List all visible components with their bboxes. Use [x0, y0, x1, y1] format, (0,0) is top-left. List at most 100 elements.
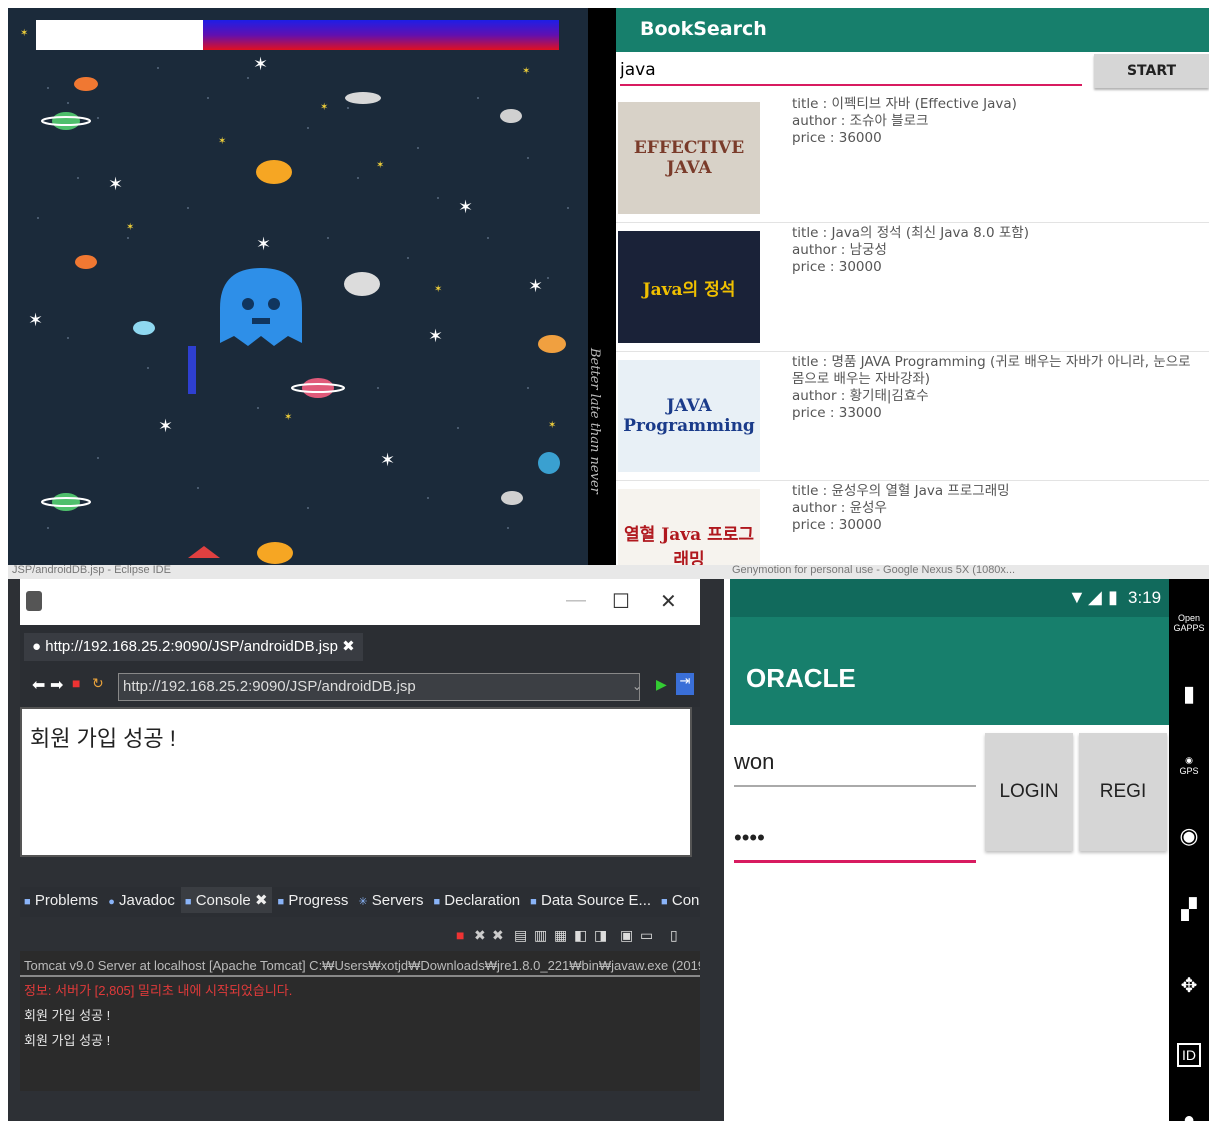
- browser-tab-bar: ● http://192.168.25.2:9090/JSP/androidDB…: [20, 625, 700, 665]
- svg-text:✶: ✶: [218, 136, 226, 147]
- view-tab-icon: ✳: [358, 896, 368, 908]
- open-gapps-icon[interactable]: Open GAPPS: [1169, 613, 1209, 633]
- show-stdout-icon[interactable]: ◧: [574, 927, 587, 944]
- close-icon[interactable]: ✕: [660, 589, 677, 614]
- result-list[interactable]: EFFECTIVE JAVA title : 이펙티브 자바 (Effectiv…: [616, 94, 1209, 565]
- result-item[interactable]: EFFECTIVE JAVA title : 이펙티브 자바 (Effectiv…: [616, 94, 1209, 223]
- wifi-icon: ▼: [1068, 587, 1086, 607]
- clear-console-icon[interactable]: ▤: [514, 927, 527, 944]
- battery-widget-icon[interactable]: ▮: [1169, 681, 1209, 707]
- view-tab-label: Console: [671, 892, 700, 909]
- view-tab-icon: ●: [108, 896, 115, 908]
- console-line: 회원 가입 성공 !: [24, 1033, 111, 1048]
- svg-text:✶: ✶: [126, 222, 134, 233]
- remote-control-icon[interactable]: ✥: [1169, 973, 1209, 998]
- device-id-icon[interactable]: ID: [1169, 1043, 1209, 1067]
- show-stderr-icon[interactable]: ◨: [594, 927, 607, 944]
- console-lines: 정보: 서버가 [2,805] 밀리초 내에 시작되었습니다. 회원 가입 성공 …: [20, 977, 700, 1052]
- clock: 3:19: [1128, 588, 1162, 607]
- gps-widget-icon[interactable]: ◉ GPS: [1169, 755, 1209, 776]
- side-caption: Better late than never: [587, 348, 602, 494]
- refresh-icon[interactable]: ↻: [92, 675, 104, 692]
- gps-widget-label: GPS: [1179, 766, 1199, 776]
- view-tab-label: Console: [195, 892, 251, 909]
- result-item[interactable]: 열혈 Java 프로그래밍 title : 윤성우의 열혈 Java 프로그래밍…: [616, 481, 1209, 565]
- space-background: ✶ ✶ ✶ ✶ ✶ ✶ ✶ ✶ ✶ ✶ ✶ ✶ ✶ ✶ ✶ ✶ ✶ ✶: [20, 28, 569, 564]
- result-item[interactable]: Java의 정석 title : Java의 정석 (최신 Java 8.0 포…: [616, 223, 1209, 352]
- book-title: title : 윤성우의 열혈 Java 프로그래밍: [792, 483, 1010, 499]
- svg-text:✶: ✶: [380, 450, 395, 471]
- disk-widget-icon[interactable]: ●: [1169, 1109, 1209, 1121]
- book-title: title : 이펙티브 자바 (Effective Java): [792, 96, 1017, 112]
- eclipse-icon: [26, 591, 42, 611]
- tab-close-icon[interactable]: ✖: [342, 638, 355, 655]
- device-id-label: ID: [1177, 1043, 1201, 1067]
- url-input[interactable]: http://192.168.25.2:9090/JSP/androidDB.j…: [118, 673, 640, 701]
- view-tab-problems[interactable]: ■ Problems: [20, 888, 102, 913]
- app-title: ORACLE: [746, 663, 856, 693]
- view-tab-javadoc[interactable]: ● Javadoc: [104, 888, 179, 913]
- url-dropdown-icon[interactable]: ⌄: [632, 679, 642, 693]
- terminate-icon[interactable]: ■: [456, 927, 464, 943]
- back-icon[interactable]: ⬅: [32, 675, 45, 695]
- browser-tab-label: http://192.168.25.2:9090/JSP/androidDB.j…: [45, 638, 338, 655]
- view-tab-console[interactable]: ■ Console: [657, 888, 700, 913]
- tab-close-icon[interactable]: ✖: [255, 892, 268, 909]
- display-console-icon[interactable]: ▭: [640, 927, 653, 944]
- view-tab-servers[interactable]: ✳ Servers: [354, 888, 427, 913]
- forward-icon[interactable]: ➡: [50, 675, 63, 695]
- console-line: 회원 가입 성공 !: [24, 1008, 111, 1023]
- open-external-icon[interactable]: ⇥: [676, 673, 694, 695]
- pin-console-icon[interactable]: ▣: [620, 927, 633, 944]
- view-tab-label: Declaration: [444, 892, 521, 909]
- browser-window-header: — ☐ ✕: [20, 579, 700, 625]
- stop-icon[interactable]: ■: [72, 675, 80, 691]
- eclipse-ide-window: JSP/androidDB.jsp - Eclipse IDE — ☐ ✕ ● …: [8, 565, 724, 1121]
- book-cover-image: Java의 정석: [618, 231, 760, 343]
- minimize-icon[interactable]: —: [566, 589, 586, 612]
- capture-widget-icon[interactable]: ▞: [1169, 897, 1209, 922]
- ghost-enemy-icon: [220, 268, 302, 346]
- book-info: title : 이펙티브 자바 (Effective Java) author …: [792, 96, 1201, 147]
- start-button[interactable]: START: [1094, 54, 1209, 88]
- svg-text:✶: ✶: [108, 174, 123, 195]
- scroll-lock-icon[interactable]: ▥: [534, 927, 547, 944]
- remove-launch-icon[interactable]: ✖: [474, 927, 486, 944]
- console-output[interactable]: Tomcat v9.0 Server at localhost [Apache …: [20, 951, 700, 1091]
- browser-tab[interactable]: ● http://192.168.25.2:9090/JSP/androidDB…: [24, 633, 363, 661]
- view-tab-declaration[interactable]: ■ Declaration: [429, 888, 524, 913]
- book-price: price : 36000: [792, 130, 882, 146]
- word-wrap-icon[interactable]: ▦: [554, 927, 567, 944]
- view-tab-icon: ■: [530, 896, 537, 908]
- view-tab-icon: ■: [661, 896, 668, 908]
- view-tab-console[interactable]: ■ Console ✖: [180, 887, 272, 913]
- svg-text:✶: ✶: [376, 160, 384, 171]
- book-cover-image: 열혈 Java 프로그래밍: [618, 489, 760, 565]
- login-button[interactable]: LOGIN: [985, 733, 1073, 851]
- id-input[interactable]: won: [734, 749, 976, 787]
- open-console-icon[interactable]: ▯: [670, 927, 678, 944]
- password-input[interactable]: ••••: [734, 825, 976, 863]
- space-game-screen: ✶ ✶ ✶ ✶ ✶ ✶ ✶ ✶ ✶ ✶ ✶ ✶ ✶ ✶ ✶ ✶ ✶ ✶: [8, 8, 588, 565]
- view-tab-progress[interactable]: ■ Progress: [274, 888, 353, 913]
- book-author: author : 남궁성: [792, 242, 887, 258]
- svg-text:✶: ✶: [253, 54, 268, 75]
- svg-text:✶: ✶: [256, 234, 271, 255]
- view-tab-label: Javadoc: [119, 892, 175, 909]
- result-item[interactable]: JAVA Programming title : 명품 JAVA Program…: [616, 352, 1209, 481]
- webcam-widget-icon[interactable]: ◉: [1169, 823, 1209, 849]
- regi-button[interactable]: REGI: [1079, 733, 1167, 851]
- gps-signal-icon: ◉: [1185, 755, 1193, 765]
- view-tab-data-source-e[interactable]: ■ Data Source E...: [526, 888, 655, 913]
- maximize-icon[interactable]: ☐: [612, 589, 630, 614]
- view-tab-icon: ■: [277, 896, 285, 908]
- book-cover-text: EFFECTIVE JAVA: [633, 138, 745, 178]
- search-input[interactable]: [620, 56, 1082, 86]
- svg-text:✶: ✶: [428, 326, 443, 347]
- oracle-app-title: ORACLE: [730, 617, 1169, 725]
- view-tab-icon: ■: [24, 896, 31, 908]
- book-info: title : Java의 정석 (최신 Java 8.0 포함) author…: [792, 225, 1201, 276]
- go-icon[interactable]: ▶: [656, 676, 667, 693]
- book-author: author : 황기태|김효수: [792, 388, 929, 404]
- remove-all-icon[interactable]: ✖: [492, 927, 504, 944]
